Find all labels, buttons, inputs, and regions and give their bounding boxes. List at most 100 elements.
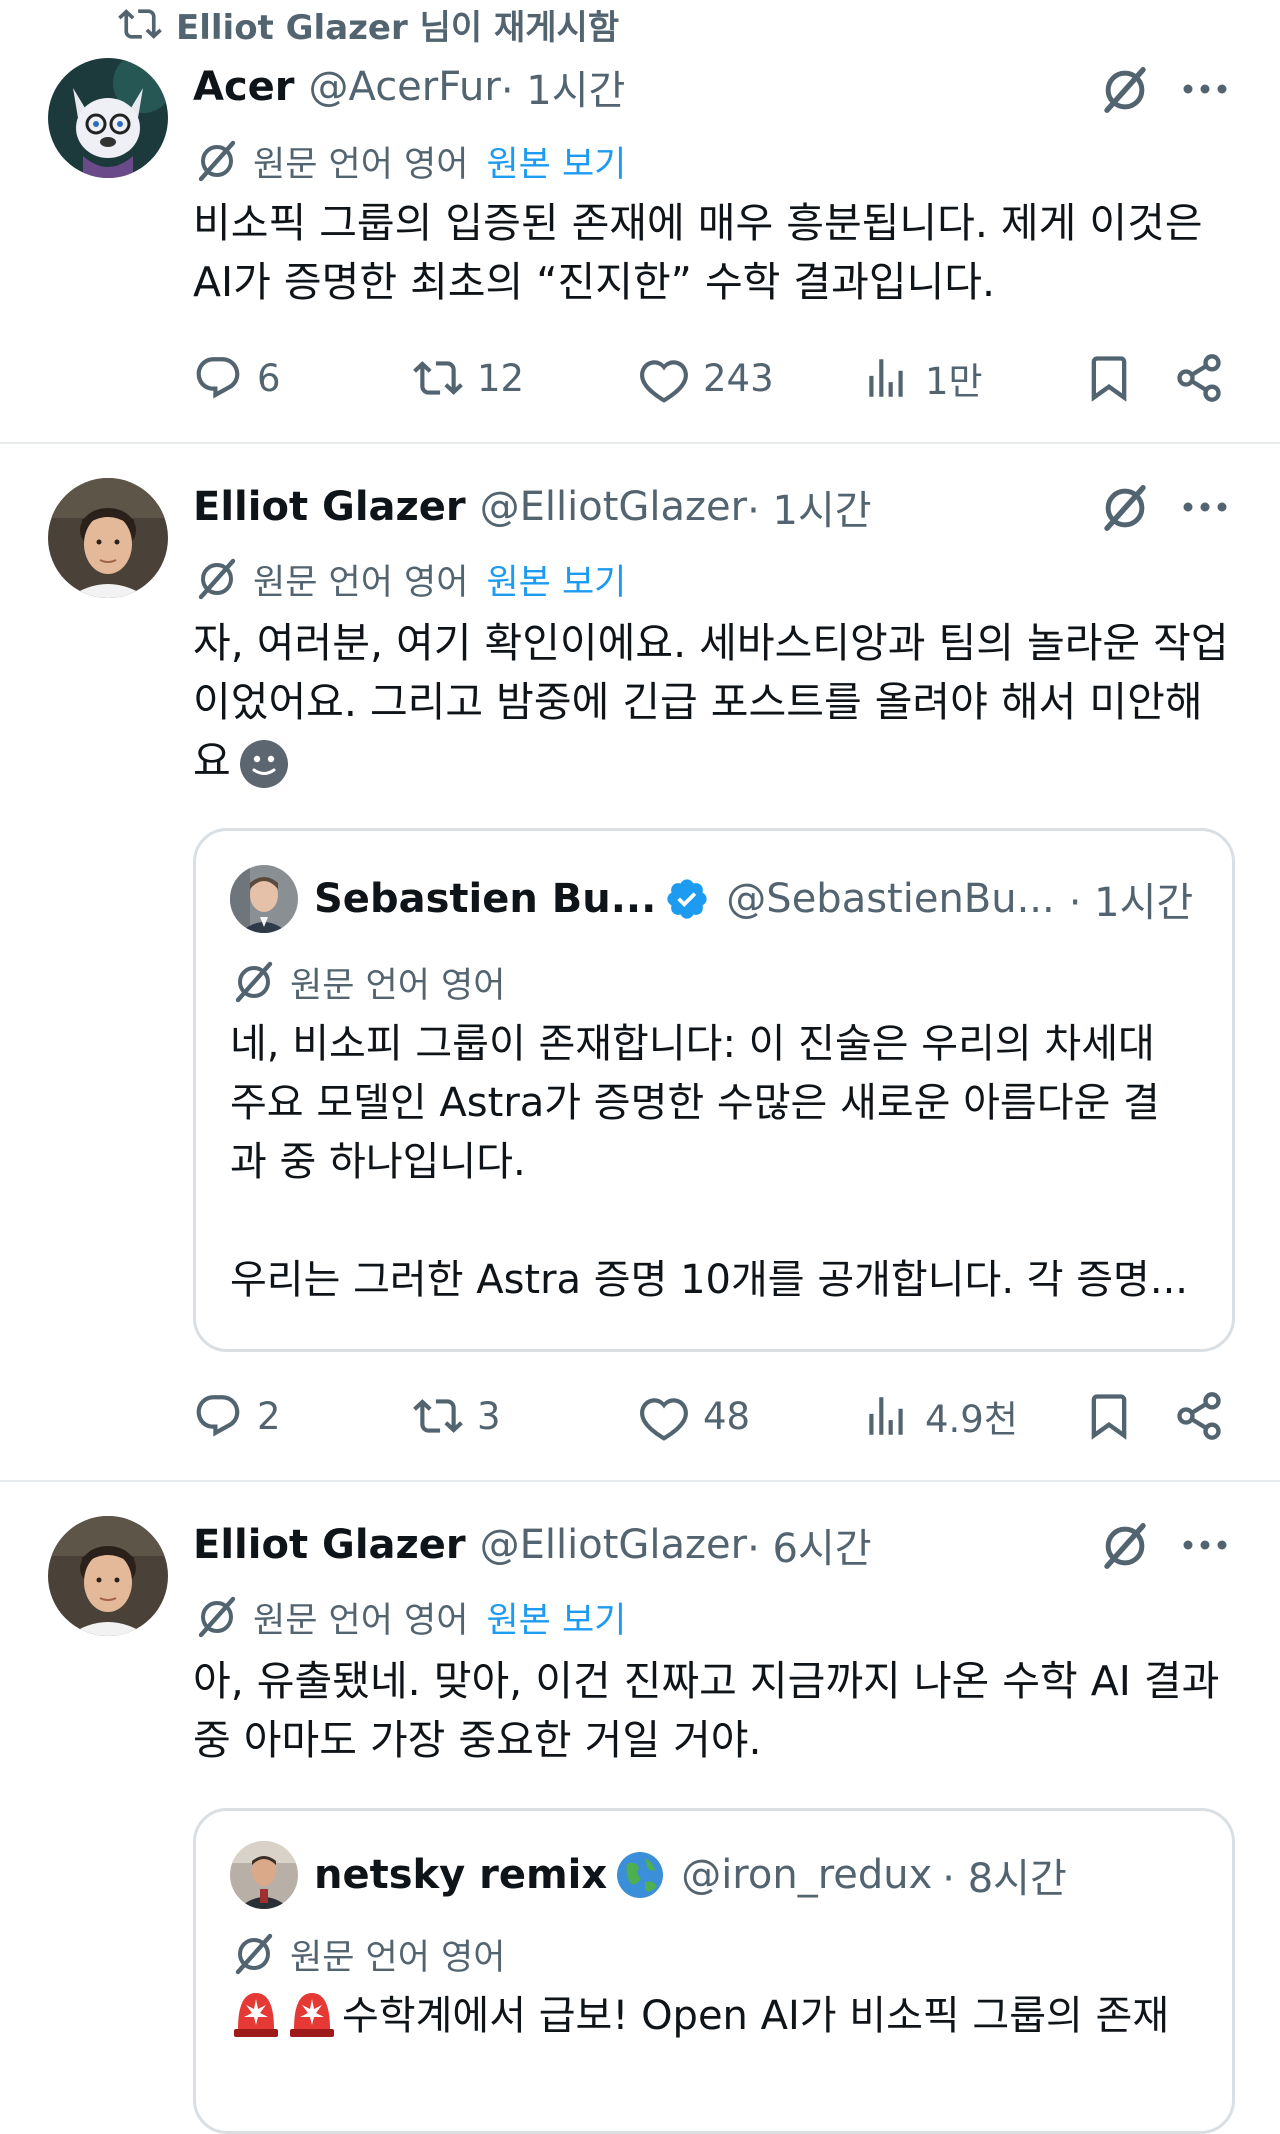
translation-label: 원문 언어 영어 — [290, 965, 506, 1006]
quoted-post-header: netsky remix @iron_redux · 8시간 — [230, 1839, 1067, 1911]
repost-count: 3 — [477, 1394, 501, 1438]
post-body-line: 아, 유출됐네. 맞아, 이건 진짜고 지금까지 나온 수학 AI 결과 — [193, 1657, 1220, 1705]
view-original-link[interactable]: 원본 보기 — [486, 1592, 626, 1643]
divider — [0, 1480, 1280, 1482]
repost-icon — [118, 9, 162, 39]
more-icon[interactable] — [1180, 79, 1230, 99]
translation-label: 원문 언어 영어 — [253, 1600, 469, 1641]
grok-translate-icon — [198, 1596, 236, 1638]
action-bar: 6 12 243 1만 — [193, 348, 1243, 408]
siren-emoji — [234, 1993, 278, 2037]
grok-translate-icon[interactable] — [1098, 1519, 1152, 1573]
quoted-author-name[interactable]: netsky remix — [314, 1852, 607, 1898]
quoted-body-line: 주요 모델인 Astra가 증명한 수많은 새로운 아름다운 결 — [230, 1080, 1160, 1126]
author-name[interactable]: Elliot Glazer — [193, 484, 466, 530]
grok-translate-icon[interactable] — [1098, 63, 1152, 117]
repost-count: 12 — [477, 356, 525, 400]
post-header: Acer @AcerFur · 1시간 — [193, 60, 625, 114]
view-original-link[interactable]: 원본 보기 — [486, 136, 626, 187]
author-handle[interactable]: @AcerFur — [309, 64, 501, 110]
views-icon — [869, 1397, 903, 1435]
quoted-author-handle[interactable]: @SebastienBu... — [726, 876, 1054, 922]
quoted-body-line: 우리는 그러한 Astra 증명 10개를 공개합니다. 각 증명... — [230, 1257, 1189, 1303]
translation-row: 원문 언어 영어 원본 보기 — [193, 1592, 626, 1642]
grok-translate-icon — [235, 1933, 273, 1975]
siren-emoji — [290, 1993, 334, 2037]
quoted-author-name[interactable]: Sebastien Bu... — [314, 876, 656, 922]
post-body-line: AI가 증명한 최초의 “진지한” 수학 결과입니다. — [193, 258, 996, 306]
avatar[interactable] — [48, 478, 168, 598]
share-icon[interactable] — [1173, 352, 1225, 404]
quoted-body-line-wrap: 수학계에서 급보! Open AI가 비소픽 그룹의 존재 — [230, 1983, 1190, 2046]
grok-translate-icon[interactable] — [1098, 481, 1152, 535]
view-original-link[interactable]: 원본 보기 — [486, 554, 626, 605]
reply-icon — [196, 357, 240, 399]
quoted-body-line: 수학계에서 급보! Open AI가 비소픽 그룹의 존재 — [342, 1993, 1170, 2039]
bookmark-icon[interactable] — [1083, 1390, 1135, 1442]
reply-button[interactable]: 6 — [193, 348, 281, 408]
quoted-body-line: 네, 비소피 그룹이 존재합니다: 이 진술은 우리의 차세대 — [230, 1021, 1155, 1067]
divider — [0, 442, 1280, 444]
quoted-author-handle[interactable]: @iron_redux — [681, 1852, 932, 1898]
post-time[interactable]: · 1시간 — [501, 58, 625, 116]
post-body-last-line: 요 — [193, 732, 1233, 791]
author-name[interactable]: Elliot Glazer — [193, 1522, 466, 1568]
repost-icon — [413, 361, 463, 395]
views-count: 4.9천 — [925, 1398, 1018, 1441]
avatar[interactable] — [230, 1841, 298, 1909]
quoted-body-line: 과 중 하나입니다. — [230, 1139, 526, 1185]
quoted-post-header: Sebastien Bu... @SebastienBu... · 1시간 — [230, 863, 1193, 935]
repost-icon — [413, 1399, 463, 1433]
views-button[interactable]: 4.9천 — [861, 1386, 1018, 1446]
grok-translate-icon — [235, 961, 273, 1003]
like-count: 48 — [703, 1394, 751, 1438]
reply-button[interactable]: 2 — [193, 1386, 281, 1446]
like-icon — [640, 1398, 688, 1441]
grok-translate-icon — [198, 558, 236, 600]
reply-count: 6 — [257, 356, 281, 400]
quoted-post-time[interactable]: · 1시간 — [1069, 870, 1193, 928]
repost-banner[interactable]: Elliot Glazer 님이 재게시함 — [118, 4, 619, 48]
author-name[interactable]: Acer — [193, 64, 295, 110]
quoted-translation-row: 원문 언어 영어 — [230, 957, 505, 1007]
repost-button[interactable]: 12 — [413, 348, 524, 408]
post-body: 비소픽 그룹의 입증된 존재에 매우 흥분됩니다. 제게 이것은 AI가 증명한… — [193, 194, 1233, 312]
views-icon — [869, 359, 903, 397]
quoted-post-body: 수학계에서 급보! Open AI가 비소픽 그룹의 존재 — [230, 1983, 1190, 2046]
translation-label: 원문 언어 영어 — [290, 1937, 506, 1978]
post-body: 아, 유출됐네. 맞아, 이건 진짜고 지금까지 나온 수학 AI 결과 중 아… — [193, 1652, 1233, 1770]
verified-icon — [667, 879, 707, 919]
author-handle[interactable]: @ElliotGlazer — [480, 484, 747, 530]
repost-banner-text: Elliot Glazer 님이 재게시함 — [176, 7, 620, 48]
views-button[interactable]: 1만 — [861, 348, 983, 408]
quoted-post[interactable]: netsky remix @iron_redux · 8시간 원문 언어 영어 … — [193, 1808, 1235, 2134]
post-time[interactable]: · 6시간 — [747, 1516, 871, 1574]
author-handle[interactable]: @ElliotGlazer — [480, 1522, 747, 1568]
post-body-line: 중 아마도 가장 중요한 거일 거야. — [193, 1716, 762, 1764]
post-time[interactable]: · 1시간 — [747, 478, 871, 536]
like-icon — [640, 360, 688, 403]
post-header: Elliot Glazer @ElliotGlazer · 1시간 — [193, 480, 872, 534]
more-icon[interactable] — [1180, 497, 1230, 517]
post-header: Elliot Glazer @ElliotGlazer · 6시간 — [193, 1518, 872, 1572]
like-button[interactable]: 243 — [639, 348, 774, 408]
quoted-post[interactable]: Sebastien Bu... @SebastienBu... · 1시간 원문… — [193, 828, 1235, 1352]
avatar[interactable] — [48, 58, 168, 178]
grok-translate-icon — [198, 140, 236, 182]
avatar[interactable] — [230, 865, 298, 933]
more-icon[interactable] — [1180, 1535, 1230, 1555]
views-count: 1만 — [925, 360, 983, 403]
like-button[interactable]: 48 — [639, 1386, 750, 1446]
action-bar: 2 3 48 4.9천 — [193, 1386, 1243, 1446]
post-body-line: 자, 여러분, 여기 확인이에요. 세바스티앙과 팀의 놀라운 작업 — [193, 619, 1229, 667]
avatar[interactable] — [48, 1516, 168, 1636]
reply-icon — [196, 1395, 240, 1437]
quoted-translation-row: 원문 언어 영어 — [230, 1929, 505, 1979]
repost-button[interactable]: 3 — [413, 1386, 501, 1446]
bookmark-icon[interactable] — [1083, 352, 1135, 404]
globe-emoji — [617, 1852, 664, 1898]
share-icon[interactable] — [1173, 1390, 1225, 1442]
quoted-post-time[interactable]: · 8시간 — [942, 1846, 1066, 1904]
reply-count: 2 — [257, 1394, 281, 1438]
post-body-line: 요 — [193, 737, 231, 785]
